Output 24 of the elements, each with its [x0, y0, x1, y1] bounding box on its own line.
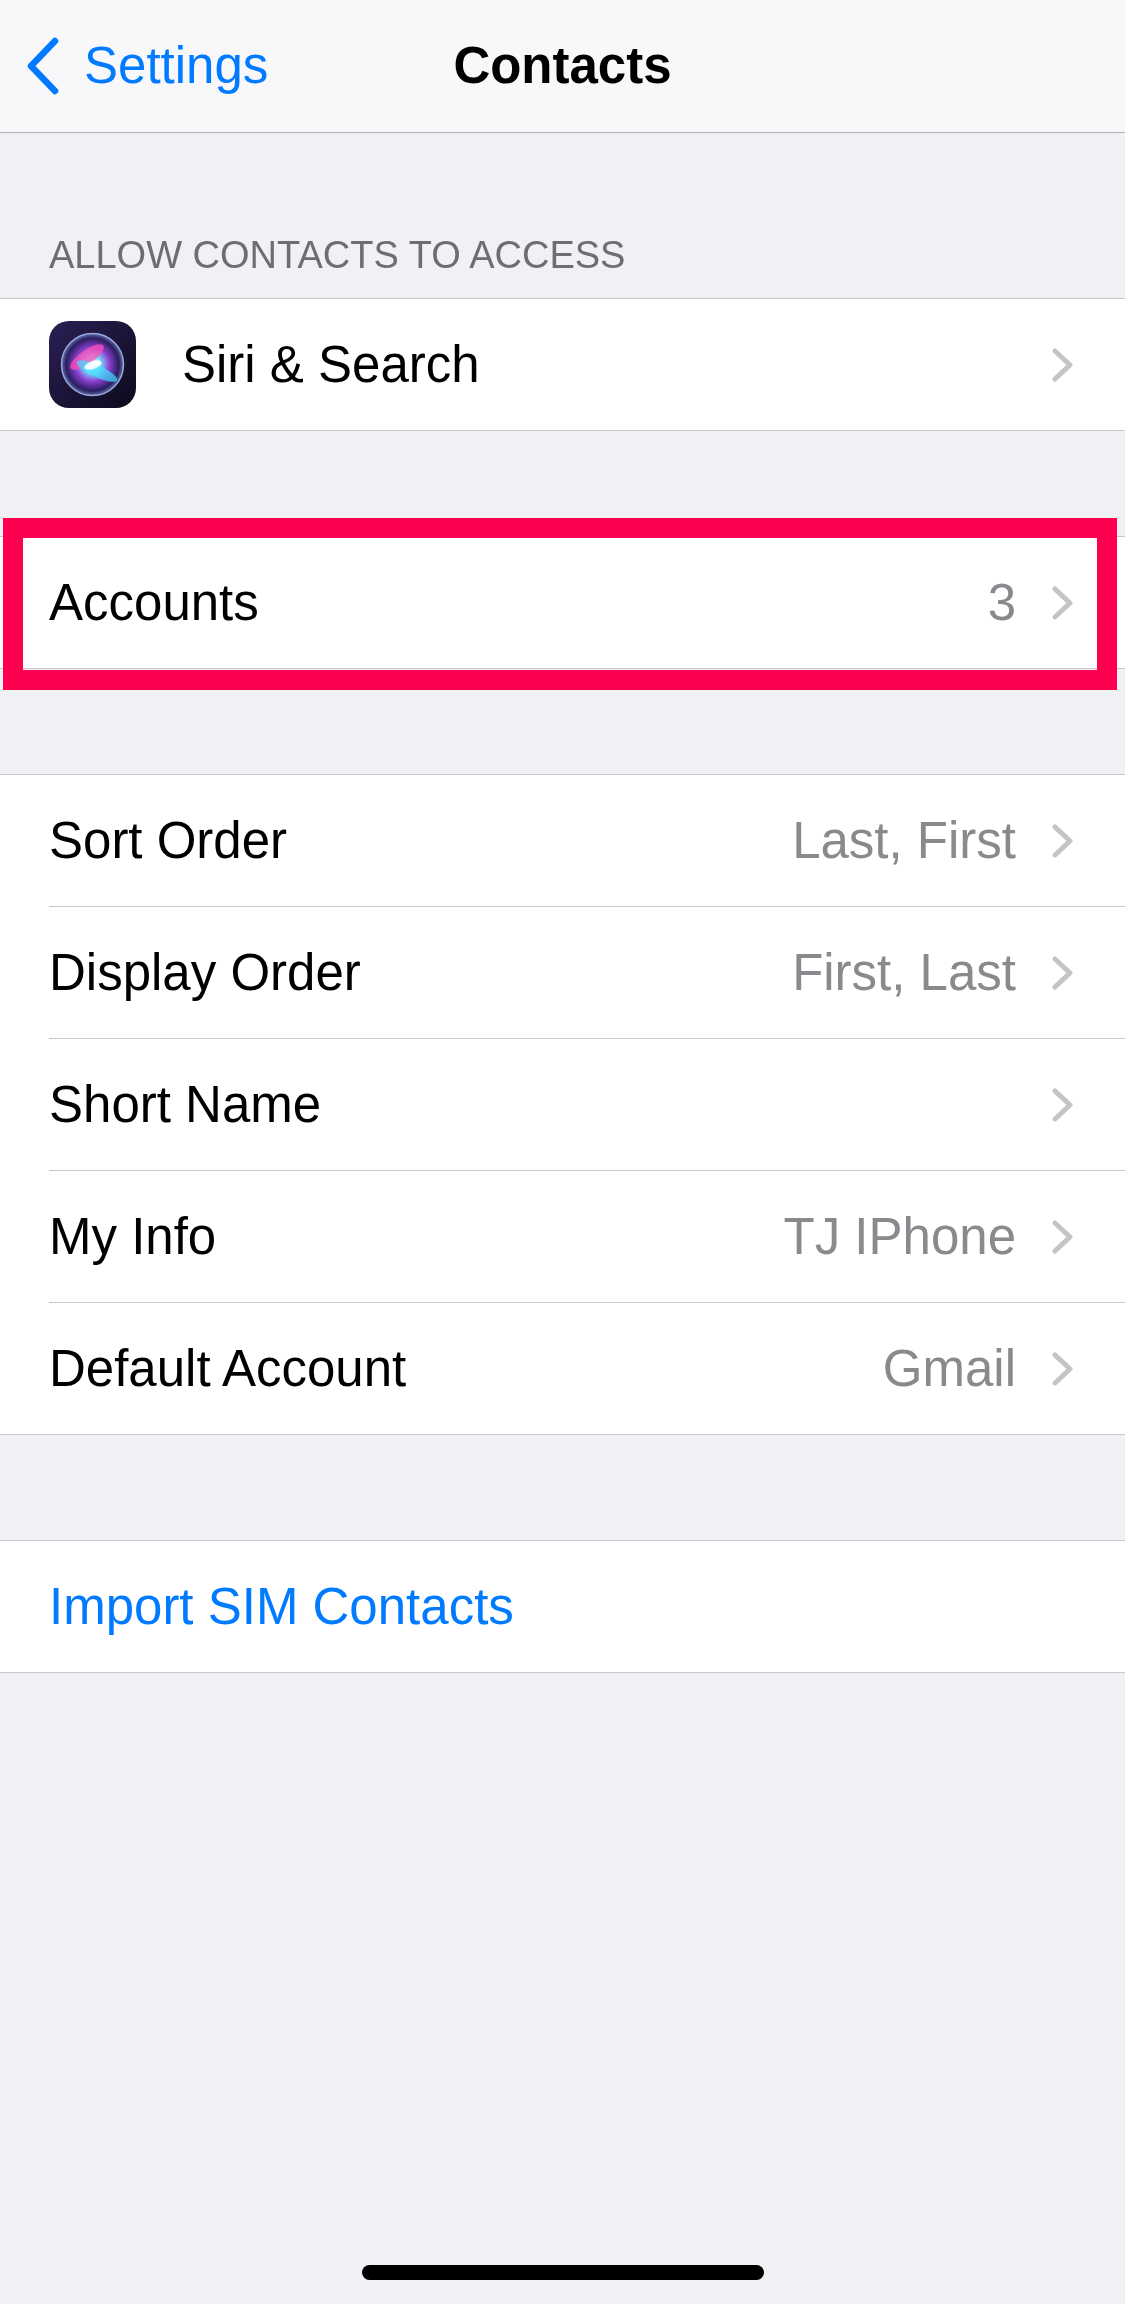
row-label: My Info	[49, 1207, 217, 1266]
orb-icon	[49, 321, 136, 408]
chevron-left-icon	[26, 37, 60, 95]
chevron-right-icon	[1052, 1351, 1074, 1386]
row-label: Default Account	[49, 1339, 407, 1398]
row-label: Sort Order	[49, 811, 288, 870]
row-label: Display Order	[49, 943, 361, 1002]
chevron-right-icon	[1052, 347, 1074, 382]
page-title: Contacts	[453, 36, 672, 96]
chevron-right-icon	[1052, 585, 1074, 620]
section-header: ALLOW CONTACTS TO ACCESS	[48, 233, 627, 278]
chevron-right-icon	[1052, 823, 1074, 858]
row-label: Siri & Search	[182, 335, 480, 394]
chevron-right-icon	[1052, 1087, 1074, 1122]
chevron-right-icon	[1052, 955, 1074, 990]
back-button[interactable]: Settings	[26, 36, 269, 96]
row-label: Short Name	[49, 1075, 322, 1134]
chevron-right-icon	[1052, 1219, 1074, 1254]
row-label: Accounts	[49, 573, 259, 632]
row-value: TJ IPhone	[783, 1207, 1016, 1266]
row-value: First, Last	[792, 943, 1016, 1002]
row-value: Gmail	[882, 1339, 1016, 1398]
row-value: 3	[987, 573, 1016, 632]
row-value: Last, First	[792, 811, 1016, 870]
